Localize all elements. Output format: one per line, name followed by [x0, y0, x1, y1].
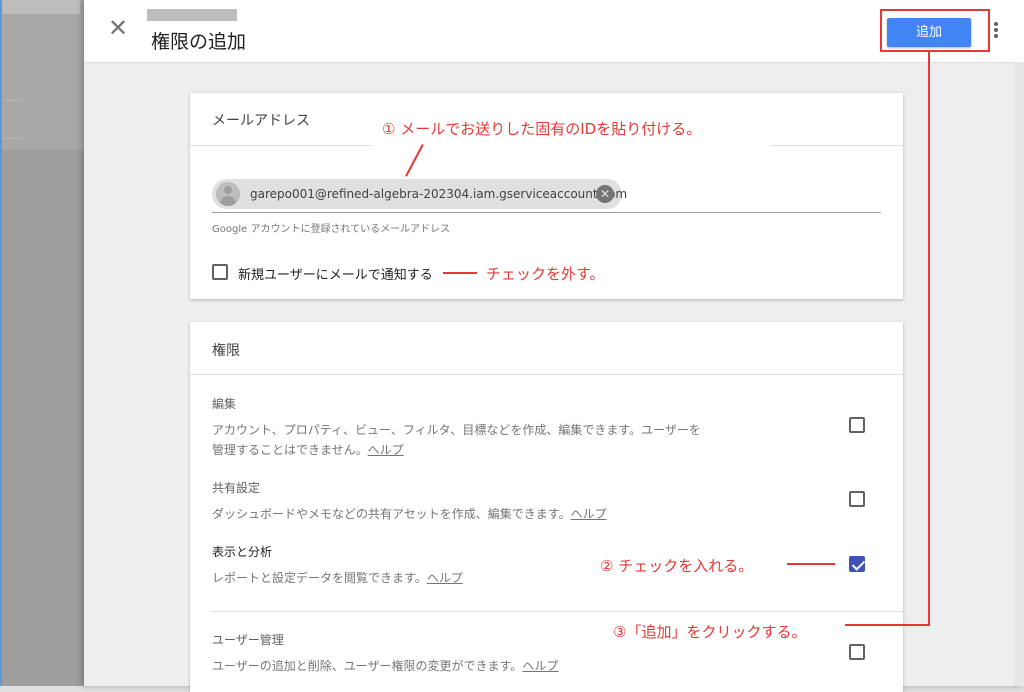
perm-collab-checkbox[interactable] — [849, 491, 865, 507]
help-link[interactable]: ヘルプ — [522, 659, 558, 673]
perm-users-desc-text: ユーザーの追加と削除、ユーザー権限の変更ができます。 — [212, 659, 523, 673]
annotation-pointer-line — [928, 52, 930, 626]
person-icon — [216, 182, 240, 206]
remove-chip-icon[interactable]: ✕ — [596, 185, 614, 203]
background-page-top — [0, 0, 84, 150]
perm-collab-desc-text: ダッシュボードやメモなどの共有アセットを作成、編集できます。 — [212, 507, 571, 521]
annotation-step3: ③「追加」をクリックする。 — [613, 623, 807, 641]
perm-users-name: ユーザー管理 — [212, 633, 284, 647]
perm-edit-desc: アカウント、プロパティ、ビュー、フィルタ、目標などを作成、編集できます。ユーザー… — [212, 420, 732, 460]
more-vert-icon[interactable] — [992, 22, 1000, 42]
annotation-pointer-line — [443, 272, 477, 274]
perm-read-name: 表示と分析 — [212, 545, 273, 559]
annotation-step1: ① メールでお送りした固有のIDを貼り付ける。 — [382, 120, 702, 138]
notify-label: 新規ユーザーにメールで通知する — [238, 268, 433, 283]
email-hint: Google アカウントに登録されているメールアドレス — [212, 224, 451, 235]
page-title: 権限の追加 — [151, 31, 247, 53]
background-toolbar — [0, 0, 80, 14]
permissions-card-title: 権限 — [212, 343, 240, 359]
window-edge — [0, 0, 2, 686]
panel-header: ✕ 権限の追加 追加 — [84, 0, 1024, 63]
annotation-pointer-line — [787, 563, 835, 565]
help-link[interactable]: ヘルプ — [368, 443, 404, 457]
divider — [212, 611, 903, 612]
perm-edit-checkbox[interactable] — [849, 417, 865, 433]
scrollbar[interactable] — [1014, 62, 1024, 686]
perm-read-checkbox[interactable] — [849, 556, 865, 572]
add-permissions-panel: ✕ 権限の追加 追加 メールアドレス garepo001@refined-alg… — [84, 0, 1024, 692]
perm-read-desc-text: レポートと設定データを閲覧できます。 — [212, 571, 427, 585]
annotation-step2: ② チェックを入れる。 — [600, 557, 754, 575]
email-input-underline[interactable] — [212, 212, 881, 213]
help-link[interactable]: ヘルプ — [571, 507, 607, 521]
perm-users-checkbox[interactable] — [849, 644, 865, 660]
email-chip[interactable]: garepo001@refined-algebra-202304.iam.gse… — [212, 179, 627, 209]
perm-collab-name: 共有設定 — [212, 481, 261, 495]
annotation-uncheck: チェックを外す。 — [486, 265, 605, 283]
perm-collab-desc: ダッシュボードやメモなどの共有アセットを作成、編集できます。ヘルプ — [212, 504, 732, 524]
divider — [190, 374, 903, 375]
background-divider — [0, 138, 22, 139]
perm-users-desc: ユーザーの追加と削除、ユーザー権限の変更ができます。ヘルプ — [212, 656, 732, 676]
chip-email-text: garepo001@refined-algebra-202304.iam.gse… — [250, 187, 628, 201]
perm-edit-name: 編集 — [212, 397, 237, 411]
email-card-title: メールアドレス — [212, 113, 310, 129]
notify-checkbox[interactable] — [212, 264, 228, 280]
breadcrumb — [147, 9, 237, 21]
annotation-pointer-line — [845, 624, 929, 626]
annotation-highlight-box — [880, 9, 990, 52]
help-link[interactable]: ヘルプ — [427, 571, 463, 585]
perm-edit-desc-line2: 管理することはできません。 — [212, 443, 368, 457]
background-divider — [0, 100, 22, 101]
close-icon[interactable]: ✕ — [106, 14, 130, 42]
perm-edit-desc-line1: アカウント、プロパティ、ビュー、フィルタ、目標などを作成、編集できます。ユーザー… — [212, 423, 701, 437]
